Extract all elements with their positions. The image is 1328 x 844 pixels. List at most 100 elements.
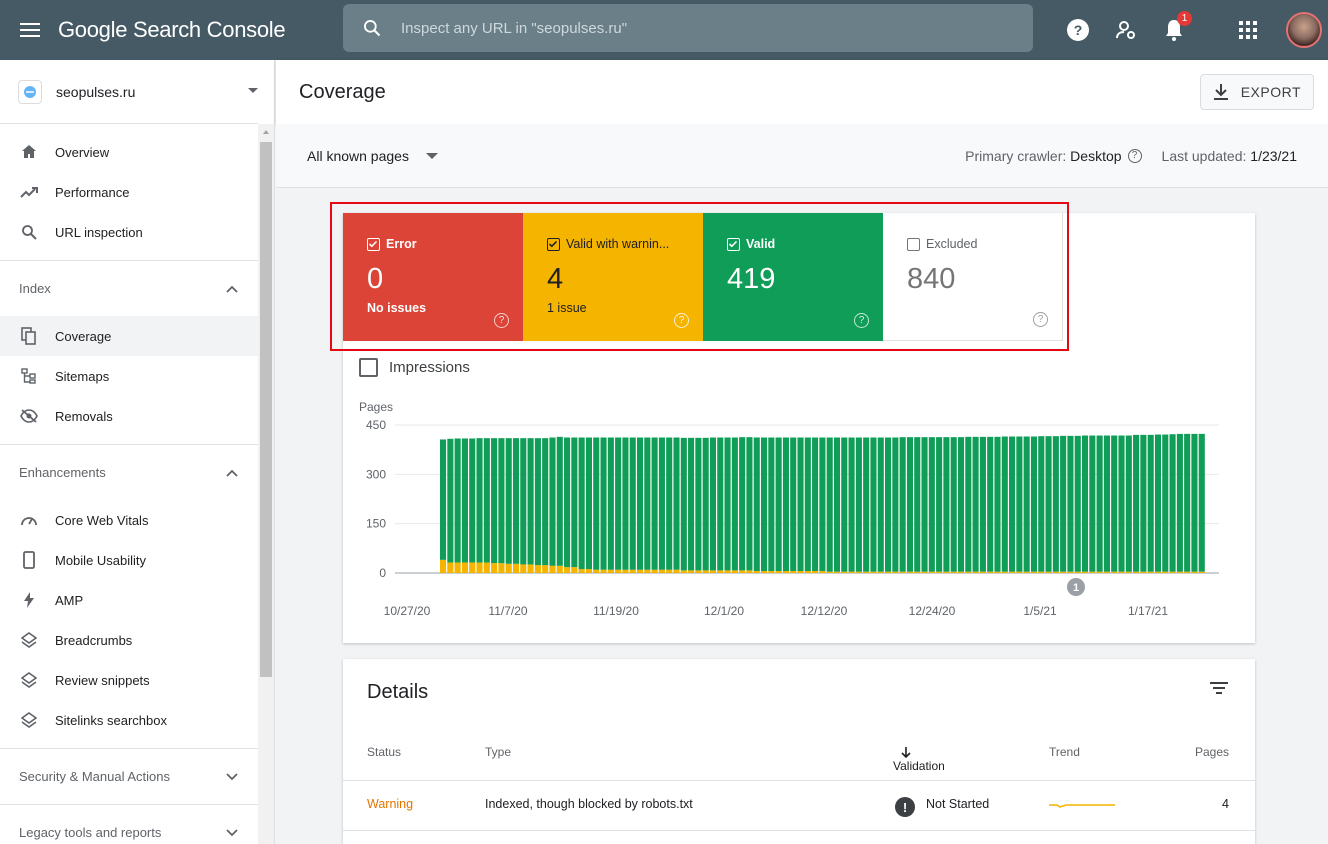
account-avatar[interactable]: [1286, 12, 1322, 48]
sidebar-item-core-web-vitals[interactable]: Core Web Vitals: [0, 500, 258, 540]
col-validation[interactable]: Validation: [893, 745, 945, 773]
export-button[interactable]: EXPORT: [1199, 74, 1314, 110]
sidebar-item-breadcrumbs[interactable]: Breadcrumbs: [0, 620, 258, 660]
section-security-header[interactable]: Security & Manual Actions: [0, 748, 258, 804]
tile-help-icon[interactable]: ?: [1033, 312, 1048, 327]
trending-up-icon: [20, 183, 38, 201]
bar-warning: [636, 569, 644, 573]
crawler-help-icon[interactable]: ?: [1127, 148, 1142, 163]
bar-warning: [1074, 571, 1081, 573]
bar-valid: [899, 437, 906, 572]
tile-error[interactable]: Error 0 No issues ?: [343, 213, 523, 341]
bar-valid: [556, 436, 563, 566]
bar-valid: [987, 436, 994, 572]
bar-valid: [498, 438, 505, 564]
section-legacy-header[interactable]: Legacy tools and reports: [0, 804, 258, 844]
bar-warning: [1169, 571, 1176, 573]
app-logo[interactable]: Google Search Console: [58, 17, 340, 43]
pages-dropdown[interactable]: All known pages: [307, 148, 438, 164]
bar-warning: [965, 571, 972, 573]
bar-valid: [644, 437, 651, 570]
x-tick-label: 12/12/20: [801, 604, 848, 618]
row-status: Warning: [367, 797, 414, 811]
sidebar-item-review-snippets[interactable]: Review snippets: [0, 660, 258, 700]
impressions-checkbox[interactable]: [359, 358, 378, 377]
y-tick-label: 150: [366, 517, 386, 531]
bar-valid: [564, 437, 571, 568]
details-card: Details Status Type Validation Trend Pag…: [343, 659, 1255, 844]
sidebar-item-label: Core Web Vitals: [55, 512, 149, 528]
check-icon: [368, 240, 378, 248]
tile-valid-with-warnings[interactable]: Valid with warnin... 4 1 issue ?: [523, 213, 703, 341]
bar-valid: [863, 437, 870, 572]
bar-valid: [461, 438, 468, 563]
section-index-header[interactable]: Index: [0, 260, 258, 316]
sidebar-item-label: Review snippets: [55, 672, 150, 688]
tile-help-icon[interactable]: ?: [494, 313, 509, 328]
tile-checkbox-error[interactable]: [367, 238, 380, 251]
url-inspect-search[interactable]: [343, 4, 1033, 52]
status-tiles: Error 0 No issues ? Valid with warnin...…: [343, 213, 1063, 341]
bar-warning: [797, 571, 804, 573]
property-selector[interactable]: seopulses.ru: [0, 60, 258, 124]
tile-excluded[interactable]: Excluded 840 ?: [883, 213, 1063, 341]
users-settings-button[interactable]: [1102, 6, 1150, 54]
sidebar-item-amp[interactable]: AMP: [0, 580, 258, 620]
bar-warning: [440, 559, 447, 573]
apps-button[interactable]: [1224, 6, 1272, 54]
layers-icon: [20, 671, 38, 689]
sidebar-item-coverage[interactable]: Coverage: [0, 316, 258, 356]
col-status[interactable]: Status: [367, 745, 401, 759]
bar-warning: [629, 569, 636, 573]
tile-help-icon[interactable]: ?: [854, 313, 869, 328]
bar-warning: [812, 571, 819, 573]
tile-checkbox-excluded[interactable]: [907, 238, 920, 251]
tile-checkbox-valid[interactable]: [727, 238, 740, 251]
table-row[interactable]: Warning Indexed, though blocked by robot…: [343, 781, 1255, 831]
tile-label: Excluded: [926, 237, 978, 251]
filter-button[interactable]: [1209, 681, 1229, 700]
export-label: EXPORT: [1240, 84, 1301, 100]
bar-valid: [636, 437, 644, 570]
bar-valid: [928, 437, 935, 572]
bar-warning: [447, 562, 454, 573]
sidebar-item-url-inspection[interactable]: URL inspection: [0, 212, 258, 252]
impressions-toggle[interactable]: Impressions: [359, 358, 470, 377]
sidebar-item-removals[interactable]: Removals: [0, 396, 258, 436]
tile-checkbox-warnings[interactable]: [547, 238, 560, 251]
sidebar-item-performance[interactable]: Performance: [0, 172, 258, 212]
scroll-up-arrow-icon[interactable]: [263, 130, 269, 134]
sort-arrow-down-icon: [901, 747, 911, 759]
bar-warning: [1118, 571, 1125, 573]
bar-warning: [1184, 571, 1191, 573]
help-button[interactable]: ?: [1054, 6, 1102, 54]
bar-valid: [666, 437, 673, 570]
sidebar-item-overview[interactable]: Overview: [0, 132, 258, 172]
exclamation-icon: !: [895, 797, 915, 817]
sidebar-item-sitelinks-searchbox[interactable]: Sitelinks searchbox: [0, 700, 258, 740]
col-trend[interactable]: Trend: [1049, 745, 1080, 759]
bar-valid: [1147, 434, 1154, 572]
bar-warning: [826, 571, 833, 573]
bar-valid: [512, 438, 520, 564]
page-header: Coverage EXPORT: [276, 60, 1328, 124]
tile-valid[interactable]: Valid 419 ?: [703, 213, 883, 341]
col-type[interactable]: Type: [485, 745, 511, 759]
notifications-button[interactable]: 1: [1150, 6, 1198, 54]
main-menu-button[interactable]: [0, 0, 60, 60]
bar-warning: [1191, 571, 1198, 573]
bar-valid: [936, 437, 943, 572]
sidebar-item-mobile-usability[interactable]: Mobile Usability: [0, 540, 258, 580]
scrollbar-thumb[interactable]: [260, 142, 272, 677]
section-enhancements-header[interactable]: Enhancements: [0, 444, 258, 500]
tile-help-icon[interactable]: ?: [674, 313, 689, 328]
bar-warning: [644, 569, 651, 573]
search-input[interactable]: [401, 19, 1001, 37]
sidebar-scrollbar[interactable]: [258, 124, 274, 844]
bar-valid: [469, 438, 476, 563]
col-pages[interactable]: Pages: [1195, 745, 1229, 759]
section-title: Legacy tools and reports: [19, 825, 162, 840]
sidebar-item-sitemaps[interactable]: Sitemaps: [0, 356, 258, 396]
bar-warning: [782, 571, 789, 573]
bar-warning: [724, 570, 731, 573]
